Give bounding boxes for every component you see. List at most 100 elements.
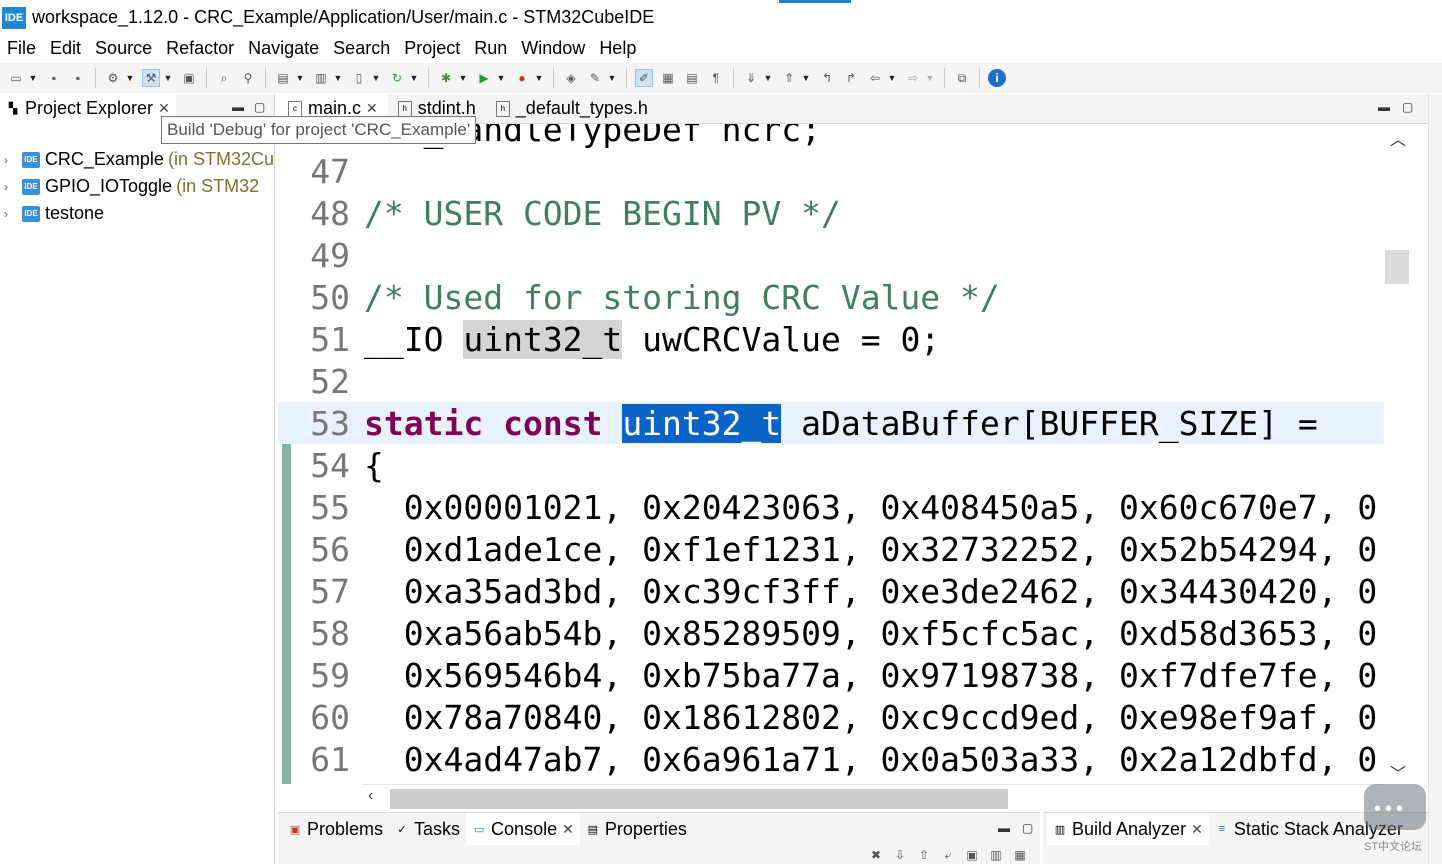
close-icon[interactable]: ✕ [158,100,170,117]
tab-properties[interactable]: ▤ Properties [580,813,693,845]
info-icon[interactable]: i [988,69,1006,87]
open-console-icon[interactable]: ▥ [987,846,1005,864]
run-icon[interactable]: ▶ [475,69,493,87]
block-selection-icon[interactable]: ▤ [683,69,701,87]
horizontal-scroll-thumb[interactable] [390,789,1008,809]
horizontal-scrollbar[interactable]: ‹ [362,784,1384,810]
menu-refactor[interactable]: Refactor [159,38,241,59]
tab-default-types-h[interactable]: h _default_types.h [486,94,658,124]
open-task-icon[interactable]: ✎ [586,69,604,87]
back-dropdown-icon[interactable]: ▼ [887,69,897,87]
new-file-dropdown-icon[interactable]: ▼ [371,69,381,87]
tree-item-gpio-iotoggle[interactable]: › IDE GPIO_IOToggle (in STM32 [0,173,274,200]
display-console-icon[interactable]: ▣ [963,846,981,864]
new-file-icon[interactable]: ▯ [350,69,368,87]
forward-dropdown-icon[interactable]: ▼ [925,69,935,87]
new-folder-dropdown-icon[interactable]: ▼ [333,69,343,87]
open-task-dropdown-icon[interactable]: ▼ [607,69,617,87]
back-icon[interactable]: ⇦ [866,69,884,87]
vertical-scroll-thumb[interactable] [1385,250,1409,284]
clear-console-icon[interactable]: ✖ [867,846,885,864]
refresh-dropdown-icon[interactable]: ▼ [409,69,419,87]
menu-edit[interactable]: Edit [43,38,88,59]
toolbar-separator [944,68,945,88]
tab-tasks[interactable]: ✓ Tasks [389,813,466,845]
debug-dropdown-icon[interactable]: ▼ [458,69,468,87]
minimize-icon[interactable]: ▬ [232,100,244,114]
run-dropdown-icon[interactable]: ▼ [496,69,506,87]
minimize-icon[interactable]: ▬ [1378,100,1390,114]
maximize-icon[interactable]: ▢ [1402,100,1413,114]
menu-file[interactable]: File [0,38,43,59]
new-dropdown-icon[interactable]: ▼ [28,69,38,87]
external-tools-dropdown-icon[interactable]: ▼ [534,69,544,87]
prev-annotation-icon[interactable]: ⇑ [780,69,798,87]
word-wrap-icon[interactable]: ⤶ [939,846,957,864]
mark-occurrences-icon[interactable]: ✐ [635,69,653,87]
close-icon[interactable]: ✕ [366,100,378,117]
close-icon[interactable]: ✕ [562,821,574,838]
settings-dropdown-icon[interactable]: ▼ [125,69,135,87]
project-tree: › IDE CRC_Example (in STM32Cu › IDE GPIO… [0,146,274,227]
new-icon[interactable]: ▭ [7,69,25,87]
selected-text[interactable]: uint32_t [622,403,782,443]
chevron-right-icon[interactable]: › [4,153,22,167]
code-line: 60 0x78a70840, 0x18612802, 0xc9ccd9ed, 0… [278,696,1384,738]
open-perspective-icon[interactable]: ⧉ [953,69,971,87]
pin-console-icon[interactable]: ⇧ [915,846,933,864]
new-folder-icon[interactable]: ▥ [312,69,330,87]
vertical-scrollbar[interactable]: ︿ ﹀ [1384,124,1414,784]
maximize-icon[interactable]: ▢ [254,100,265,114]
debug-config-icon[interactable]: ⚲ [239,69,257,87]
menu-help[interactable]: Help [592,38,643,59]
prev-annotation-dropdown-icon[interactable]: ▼ [801,69,811,87]
tab-console[interactable]: ▭ Console ✕ [466,813,580,845]
tab-problems[interactable]: ▣ Problems [282,813,389,845]
toggle-highlight-icon[interactable]: ▦ [659,69,677,87]
debug-bug-icon[interactable]: ✱ [437,69,455,87]
binary-icon[interactable]: ▣ [180,69,198,87]
tab-project-explorer[interactable]: ▚ Project Explorer ✕ [0,93,176,124]
external-tools-icon[interactable]: ● [513,69,531,87]
close-icon[interactable]: ✕ [1191,821,1203,838]
menu-project[interactable]: Project [397,38,467,59]
refresh-icon[interactable]: ↻ [388,69,406,87]
build-hammer-icon[interactable]: ⚒ [142,69,160,87]
tree-item-crc-example[interactable]: › IDE CRC_Example (in STM32Cu [0,146,274,173]
last-edit-icon[interactable]: ↰ [818,69,836,87]
editor-area: c main.c ✕ h stdint.h h _default_types.h… [278,93,1428,812]
next-annotation-dropdown-icon[interactable]: ▼ [763,69,773,87]
minimize-icon[interactable]: ▬ [998,821,1010,835]
tab-label: Tasks [414,818,461,839]
menu-window[interactable]: Window [514,38,592,59]
scroll-left-icon[interactable]: ‹ [368,787,373,805]
tab-build-analyzer[interactable]: ▥ Build Analyzer ✕ [1047,813,1209,845]
menu-search[interactable]: Search [326,38,397,59]
menu-navigate[interactable]: Navigate [241,38,326,59]
forward-icon[interactable]: ⇨ [904,69,922,87]
project-suffix: (in STM32Cu [167,149,274,169]
build-dropdown-icon[interactable]: ▼ [163,69,173,87]
next-annotation-icon[interactable]: ⇓ [742,69,760,87]
save-icon[interactable]: ▪ [45,69,63,87]
new-console-icon[interactable]: ▦ [1011,846,1029,864]
new-project-icon[interactable]: ▤ [274,69,292,87]
forward-edit-icon[interactable]: ↱ [842,69,860,87]
code-line: 61 0x4ad47ab7, 0x6a961a71, 0x0a503a33, 0… [278,738,1384,780]
show-whitespace-icon[interactable]: ¶ [707,69,725,87]
menu-source[interactable]: Source [88,38,159,59]
scroll-lock-icon[interactable]: ⇩ [891,846,909,864]
code-editor[interactable]: 46 CRC_HandleTypeDef hcrc; 47 48 /* USER… [278,124,1384,784]
scroll-up-icon[interactable]: ︿ [1390,126,1406,150]
menu-run[interactable]: Run [467,38,514,59]
open-type-icon[interactable]: ◈ [562,69,580,87]
tree-item-testone[interactable]: › IDE testone [0,200,274,227]
search-icon[interactable]: ⌕ [215,69,233,87]
code-comment: /* USER CODE BEGIN PV */ [364,193,841,233]
maximize-icon[interactable]: ▢ [1022,821,1033,835]
save-all-icon[interactable]: ▪ [69,69,87,87]
settings-icon[interactable]: ⚙ [104,69,122,87]
chevron-right-icon[interactable]: › [4,207,22,221]
chevron-right-icon[interactable]: › [4,180,22,194]
new-project-dropdown-icon[interactable]: ▼ [295,69,305,87]
